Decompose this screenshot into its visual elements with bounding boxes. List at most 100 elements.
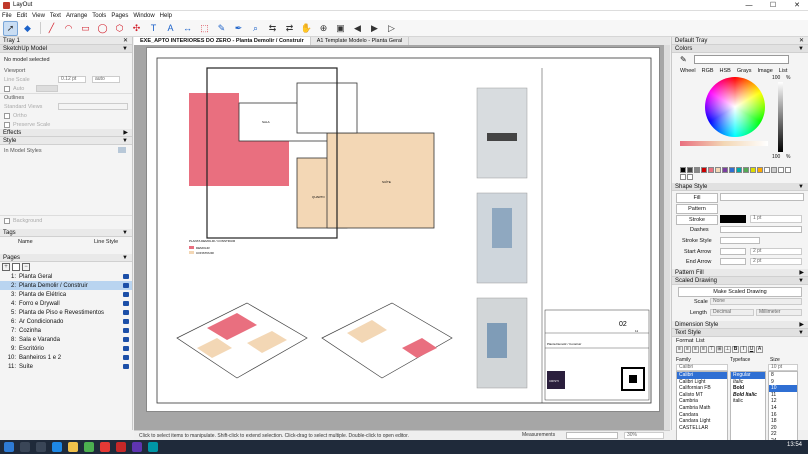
- typeface-item[interactable]: Italic: [731, 379, 765, 386]
- search-icon[interactable]: [20, 442, 30, 452]
- swatch[interactable]: [687, 174, 693, 180]
- menu-edit[interactable]: Edit: [17, 13, 27, 19]
- swatch[interactable]: [701, 167, 707, 173]
- pan-icon[interactable]: ✋: [299, 21, 314, 36]
- page-item-8[interactable]: 8: Sala e Varanda: [0, 335, 132, 344]
- typeface-item[interactable]: Bold Italic: [731, 392, 765, 399]
- expand-icon[interactable]: ▶: [799, 269, 804, 276]
- font-family-item[interactable]: Californian FB: [677, 385, 727, 392]
- layout-taskbar-icon[interactable]: [116, 442, 126, 452]
- ortho-checkbox[interactable]: [4, 112, 10, 119]
- collapse-icon[interactable]: ▼: [798, 46, 804, 52]
- size-input[interactable]: 10 pt: [768, 364, 798, 371]
- menu-file[interactable]: File: [2, 13, 12, 19]
- edge-icon[interactable]: [52, 442, 62, 452]
- swatch[interactable]: [750, 167, 756, 173]
- dimension-icon[interactable]: ↔: [180, 21, 195, 36]
- page-in-presentation-icon[interactable]: [123, 337, 129, 342]
- page-in-presentation-icon[interactable]: [123, 310, 129, 315]
- font-family-item[interactable]: Cambria: [677, 398, 727, 405]
- pages-header[interactable]: Pages ▼: [0, 254, 132, 262]
- scale-select[interactable]: None: [710, 298, 802, 305]
- document-page[interactable]: SALA QUARTO SUÍTE DEMOLIR CONSTRUIR PLAN…: [146, 47, 660, 412]
- size-item[interactable]: 9: [769, 379, 797, 386]
- size-list[interactable]: 8 9 10 11 12 14 16 18 20 22 24: [768, 371, 798, 443]
- sketchup-icon[interactable]: [100, 442, 110, 452]
- zoom-select[interactable]: 30%: [624, 432, 664, 439]
- opacity-slider[interactable]: [680, 141, 768, 146]
- page-item-2[interactable]: 2: Planta Demolir / Construir: [0, 281, 132, 290]
- collapse-icon[interactable]: ▼: [122, 138, 128, 144]
- swatch[interactable]: [736, 167, 742, 173]
- size-item[interactable]: 10: [769, 385, 797, 392]
- make-scaled-drawing-button[interactable]: Make Scaled Drawing: [678, 287, 802, 297]
- polygon-icon[interactable]: ⬡: [112, 21, 127, 36]
- format-tab[interactable]: Format: [676, 338, 693, 344]
- swatch[interactable]: [687, 167, 693, 173]
- font-family-item[interactable]: Candara Light: [677, 418, 727, 425]
- expand-icon[interactable]: ▶: [799, 321, 804, 328]
- swatch[interactable]: [785, 167, 791, 173]
- font-family-item[interactable]: Calisto MT: [677, 392, 727, 399]
- tab-wheel[interactable]: Wheel: [680, 68, 696, 74]
- tab-hsb[interactable]: HSB: [720, 68, 731, 74]
- align-right-icon[interactable]: ≡: [692, 346, 699, 353]
- line-scale-input[interactable]: 0.12 pt: [58, 76, 86, 83]
- align-left-icon[interactable]: ≡: [676, 346, 683, 353]
- font-family-item[interactable]: CASTELLAR: [677, 425, 727, 432]
- page-in-presentation-icon[interactable]: [123, 364, 129, 369]
- eraser-icon[interactable]: ◆: [20, 21, 35, 36]
- windows-start-icon[interactable]: [4, 442, 14, 452]
- swatch[interactable]: [743, 167, 749, 173]
- maximize-button[interactable]: ☐: [762, 0, 784, 11]
- app-icon[interactable]: [132, 442, 142, 452]
- delete-page-icon[interactable]: −: [22, 263, 30, 271]
- swatch[interactable]: [694, 167, 700, 173]
- page-in-presentation-icon[interactable]: [123, 319, 129, 324]
- collapse-icon[interactable]: ▼: [122, 46, 128, 52]
- size-item[interactable]: 18: [769, 418, 797, 425]
- shape-style-header[interactable]: Shape Style ▼: [672, 183, 808, 191]
- menu-window[interactable]: Window: [133, 13, 154, 19]
- minimize-button[interactable]: —: [738, 0, 760, 11]
- collapse-icon[interactable]: ▼: [122, 230, 128, 236]
- task-view-icon[interactable]: [36, 442, 46, 452]
- collapse-icon[interactable]: ▼: [798, 330, 804, 336]
- menu-text[interactable]: Text: [50, 13, 61, 19]
- scaled-drawing-header[interactable]: Scaled Drawing ▼: [672, 277, 808, 285]
- page-in-presentation-icon[interactable]: [123, 292, 129, 297]
- font-family-item[interactable]: Cambria Math: [677, 405, 727, 412]
- swatch[interactable]: [778, 167, 784, 173]
- swatch[interactable]: [757, 167, 763, 173]
- measurements-input[interactable]: [566, 432, 618, 439]
- page-item-9[interactable]: 9: Escritório: [0, 344, 132, 353]
- page-item-4[interactable]: 4: Forro e Drywall: [0, 299, 132, 308]
- tab-image[interactable]: Image: [758, 68, 773, 74]
- italic-icon[interactable]: I: [740, 346, 747, 353]
- line-icon[interactable]: ╱: [44, 21, 59, 36]
- page-item-1[interactable]: 1: Planta Geral: [0, 272, 132, 281]
- style-thumbnail-icon[interactable]: [118, 147, 126, 153]
- menu-tools[interactable]: Tools: [92, 13, 106, 19]
- dimension-style-header[interactable]: Dimension Style ▶: [672, 321, 808, 329]
- text-style-header[interactable]: Text Style ▼: [672, 329, 808, 337]
- swatch[interactable]: [715, 167, 721, 173]
- close-button[interactable]: ✕: [786, 0, 808, 11]
- size-item[interactable]: 22: [769, 431, 797, 438]
- start-arrow-size[interactable]: 2 pt: [750, 248, 802, 255]
- previous-page-icon[interactable]: ◀: [350, 21, 365, 36]
- collapse-icon[interactable]: ▼: [798, 278, 804, 284]
- collapse-icon[interactable]: ▼: [122, 255, 128, 261]
- eyedropper-icon[interactable]: ✎: [680, 55, 687, 64]
- end-arrow-select[interactable]: [720, 258, 746, 265]
- opacity-value[interactable]: 100: [772, 154, 780, 160]
- swatch[interactable]: [771, 167, 777, 173]
- page-item-6[interactable]: 6: Ar Condicionado: [0, 317, 132, 326]
- stroke-color[interactable]: [720, 215, 746, 223]
- tab-list[interactable]: List: [779, 68, 788, 74]
- collapse-icon[interactable]: ▼: [798, 184, 804, 190]
- typeface-item[interactable]: Regular: [731, 372, 765, 379]
- justify-icon[interactable]: ≡: [700, 346, 707, 353]
- swatch[interactable]: [708, 167, 714, 173]
- sketchup-model-header[interactable]: SketchUp Model ▼: [0, 45, 132, 53]
